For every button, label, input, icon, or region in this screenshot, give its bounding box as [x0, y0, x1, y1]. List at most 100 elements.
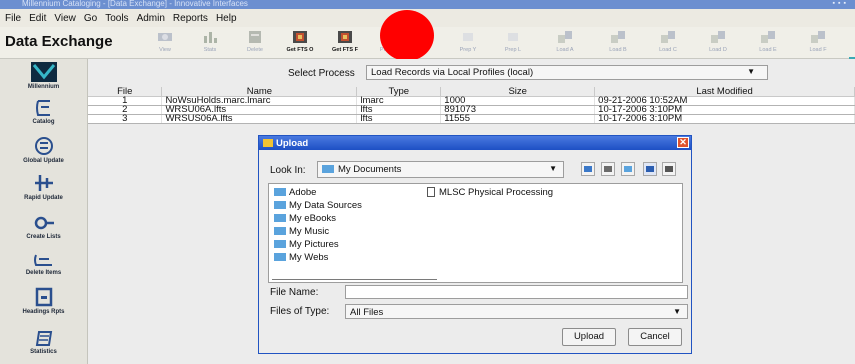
create-lists-icon [34, 216, 54, 230]
folder-icon [274, 227, 286, 235]
cell-name: WRSUS06A.lfts [161, 114, 358, 124]
upload-button[interactable]: Upload [562, 328, 616, 346]
load-icon [558, 31, 572, 43]
sidebar-item-label: Create Lists [26, 234, 61, 240]
toolbar-button-load-d[interactable]: Load D [698, 28, 738, 56]
details-view-icon[interactable] [662, 162, 676, 176]
delete-icon [249, 31, 261, 43]
menu-go[interactable]: Go [84, 13, 97, 24]
toolbar-button-label: Get FTS O [286, 47, 314, 53]
toolbar-button-label: Load E [759, 47, 777, 53]
cancel-button[interactable]: Cancel [628, 328, 682, 346]
menu-reports[interactable]: Reports [173, 13, 208, 24]
list-item[interactable]: My Data Sources [274, 200, 362, 211]
sidebar-item-headings-rpts[interactable]: Headings Rpts [0, 287, 87, 315]
list-item-label: My Pictures [289, 239, 339, 250]
list-item[interactable]: My eBooks [274, 213, 336, 224]
sidebar-item-catalog[interactable]: Catalog [0, 99, 87, 125]
list-item-label: My eBooks [289, 213, 336, 224]
sidebar-item-label: Millennium [27, 84, 60, 90]
sidebar-item-label: Rapid Update [24, 195, 63, 201]
sidebar-item-label: Catalog [32, 119, 55, 125]
toolbar-button-label: Get FTS F [332, 47, 358, 53]
file-table: File Name Type Size Last Modified 1 NoWs… [88, 87, 855, 124]
menu-admin[interactable]: Admin [137, 13, 165, 24]
list-item-label: Adobe [289, 187, 317, 198]
menu-edit[interactable]: Edit [29, 13, 46, 24]
upload-dialog: Upload ✕ Look In: My Documents ▼ Adobe M… [258, 135, 692, 354]
list-item[interactable]: My Music [274, 226, 329, 237]
look-in-dropdown[interactable]: My Documents ▼ [317, 161, 564, 178]
home-icon[interactable] [601, 162, 615, 176]
window-controls[interactable]: ▪▪▪ [833, 0, 849, 7]
folder-icon [274, 188, 286, 196]
menu-view[interactable]: View [54, 13, 76, 24]
list-item-label: My Webs [289, 252, 329, 263]
menu-file[interactable]: File [5, 13, 21, 24]
toolbar-button-label: View [159, 47, 171, 53]
toolbar-button-load-a[interactable]: Load A [545, 28, 585, 56]
new-folder-icon[interactable] [621, 162, 635, 176]
load-icon [711, 31, 725, 43]
toolbar-button-delete[interactable]: Delete [235, 28, 275, 56]
folder-icon [274, 201, 286, 209]
toolbar-button-get-fts-f[interactable]: Get FTS F [325, 28, 365, 56]
toolbar-button-label: Load C [659, 47, 677, 53]
chevron-down-icon: ▼ [673, 307, 681, 316]
app-title: Data Exchange [5, 33, 113, 50]
file-type-dropdown[interactable]: All Files ▼ [345, 304, 688, 319]
load-icon [661, 31, 675, 43]
list-item-label: My Music [289, 226, 330, 237]
toolbar-button-view[interactable]: View [145, 28, 185, 56]
sidebar-item-statistics[interactable]: Statistics [0, 329, 87, 355]
toolbar-button-load-e[interactable]: Load E [748, 28, 788, 56]
catalog-icon [35, 100, 50, 116]
millennium-logo-icon [30, 62, 57, 82]
window-title-bar: Millennium Cataloging - [Data Exchange] … [0, 0, 855, 9]
file-name-input[interactable] [345, 285, 688, 299]
sidebar-item-create-lists[interactable]: Create Lists [0, 214, 87, 240]
file-name-label: File Name: [270, 287, 319, 298]
list-item[interactable]: My Webs [274, 252, 328, 263]
sidebar-item-global-update[interactable]: Global Update [0, 136, 87, 164]
toolbar-button-load-f[interactable]: Load F [798, 28, 838, 56]
sidebar-item-delete-items[interactable]: Delete Items [0, 252, 87, 276]
toolbar-button-get-fts-o[interactable]: Get FTS O [280, 28, 320, 56]
file-list: Adobe My Data Sources My eBooks My Music… [268, 183, 683, 283]
up-one-level-icon[interactable] [581, 162, 595, 176]
view-icon [158, 33, 172, 41]
list-view-icon[interactable] [643, 162, 657, 176]
table-row[interactable]: 3 WRSUS06A.lfts lfts 11555 10-17-2006 3:… [88, 114, 855, 124]
sidebar-item-label: Headings Rpts [22, 309, 65, 315]
statistics-icon [35, 331, 52, 346]
rapid-update-icon [34, 175, 53, 191]
list-item[interactable]: Adobe [274, 187, 316, 198]
menu-help[interactable]: Help [216, 13, 237, 24]
toolbar-button-prep-y[interactable]: Prep Y [448, 28, 488, 56]
sidebar-item-rapid-update[interactable]: Rapid Update [0, 173, 87, 201]
horizontal-scrollbar[interactable] [272, 279, 437, 280]
get-fts-icon [293, 31, 307, 43]
headings-reports-icon [35, 287, 52, 307]
chevron-down-icon: ▼ [747, 67, 755, 76]
toolbar-button-label: Load B [609, 47, 627, 53]
sidebar-item-label: Delete Items [25, 270, 62, 276]
list-item[interactable]: MLSC Physical Processing [427, 187, 553, 198]
file-type-value: All Files [350, 307, 384, 318]
toolbar-button-prep-l[interactable]: Prep L [493, 28, 533, 56]
window-title: Millennium Cataloging - [Data Exchange] … [22, 0, 248, 8]
document-icon [427, 187, 435, 197]
toolbar-button-stats[interactable]: Stats [190, 28, 230, 56]
toolbar-button-load-b[interactable]: Load B [598, 28, 638, 56]
toolbar-button-load-c[interactable]: Load C [648, 28, 688, 56]
menu-tools[interactable]: Tools [105, 13, 128, 24]
prep-icon [508, 33, 518, 41]
close-icon[interactable]: ✕ [677, 137, 689, 148]
sidebar-item-millennium[interactable]: Millennium [0, 62, 87, 90]
list-item[interactable]: My Pictures [274, 239, 339, 250]
folder-icon [274, 214, 286, 222]
get-fts-icon [338, 31, 352, 43]
select-process-dropdown[interactable]: Load Records via Local Profiles (local) … [366, 65, 768, 80]
dialog-title-bar[interactable]: Upload ✕ [259, 136, 691, 150]
global-update-icon [34, 137, 53, 155]
